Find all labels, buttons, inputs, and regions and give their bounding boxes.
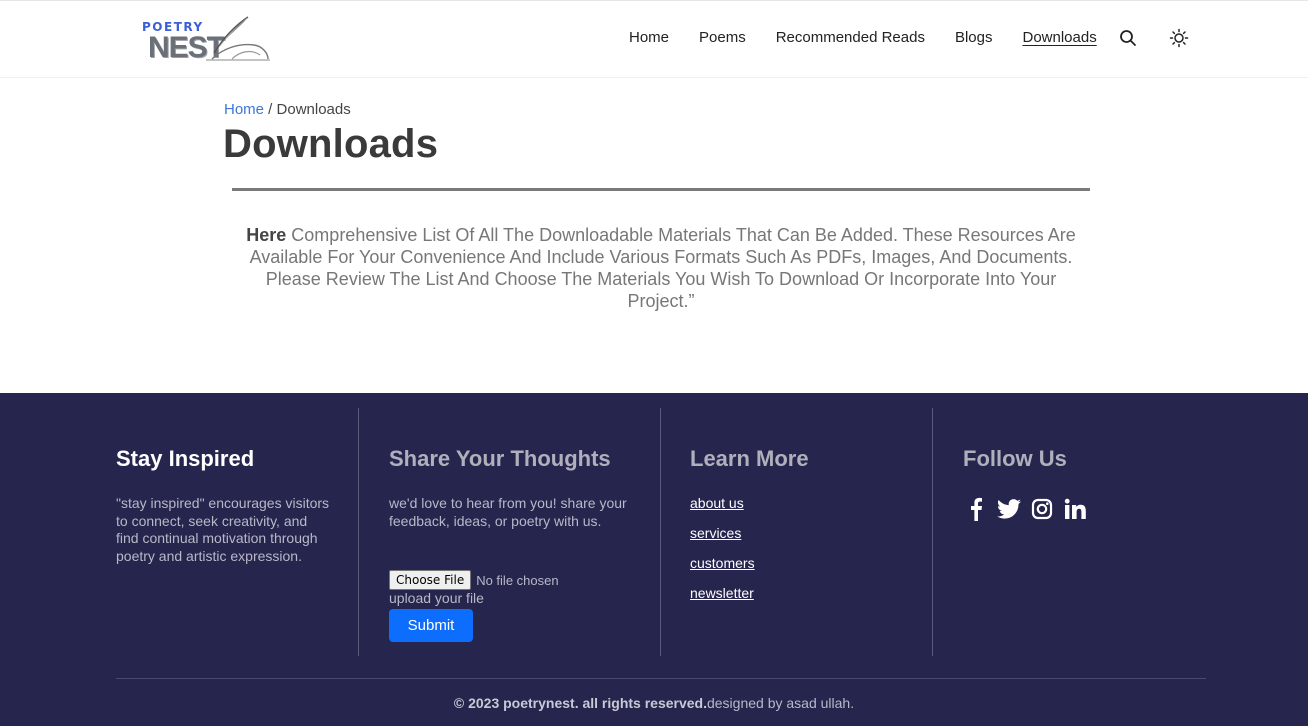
learn-more-links: about us services customers newsletter xyxy=(690,495,755,615)
intro-bold: Here xyxy=(246,225,287,245)
nav-downloads[interactable]: Downloads xyxy=(1022,29,1096,46)
site-header: POETRY NEST Home Poems Recommended Reads… xyxy=(0,0,1308,78)
submit-button[interactable]: Submit xyxy=(389,609,473,642)
copyright: © 2023 poetrynest. all rights reserved.d… xyxy=(0,695,1308,711)
nav-home[interactable]: Home xyxy=(629,29,669,46)
breadcrumb-separator: / xyxy=(264,101,277,118)
site-logo[interactable]: POETRY NEST xyxy=(140,15,272,65)
link-about-us[interactable]: about us xyxy=(690,495,755,511)
quill-icon xyxy=(206,16,270,61)
footer-stay-inspired: Stay Inspired "stay inspired" encourages… xyxy=(116,408,336,656)
breadcrumb-home-link[interactable]: Home xyxy=(224,101,264,118)
intro-paragraph: Here Comprehensive List Of All The Downl… xyxy=(232,224,1090,312)
follow-us-heading: Follow Us xyxy=(963,446,1067,471)
footer-share-thoughts: Share Your Thoughts we'd love to hear fr… xyxy=(389,408,639,656)
intro-text: Comprehensive List Of All The Downloadab… xyxy=(249,225,1076,311)
footer-learn-more: Learn More about us services customers n… xyxy=(690,408,910,656)
share-thoughts-text: we'd love to hear from you! share your f… xyxy=(389,495,627,529)
linkedin-icon[interactable] xyxy=(1062,496,1088,522)
nav-blogs[interactable]: Blogs xyxy=(955,29,993,46)
breadcrumb: Home / Downloads xyxy=(224,101,351,118)
sun-icon[interactable] xyxy=(1169,27,1189,49)
learn-more-heading: Learn More xyxy=(690,446,809,471)
main-nav: Home Poems Recommended Reads Blogs Downl… xyxy=(629,26,1127,48)
instagram-icon[interactable] xyxy=(1029,496,1055,522)
file-upload-field: Choose File No file chosen xyxy=(389,570,559,590)
footer-divider xyxy=(116,678,1206,679)
copyright-bold: © 2023 poetrynest. all rights reserved. xyxy=(453,695,707,711)
search-icon[interactable] xyxy=(1118,27,1138,49)
link-customers[interactable]: customers xyxy=(690,555,755,571)
title-divider xyxy=(232,188,1090,191)
share-thoughts-heading: Share Your Thoughts xyxy=(389,446,611,471)
link-services[interactable]: services xyxy=(690,525,755,541)
facebook-icon[interactable] xyxy=(963,496,989,522)
nav-recommended-reads[interactable]: Recommended Reads xyxy=(776,29,925,46)
site-footer: Stay Inspired "stay inspired" encourages… xyxy=(0,393,1308,726)
nav-poems[interactable]: Poems xyxy=(699,29,746,46)
file-status-text: No file chosen xyxy=(476,572,559,588)
upload-label: upload your file xyxy=(389,590,484,606)
stay-inspired-heading: Stay Inspired xyxy=(116,446,255,471)
footer-column-divider xyxy=(932,408,933,656)
social-links xyxy=(963,496,1095,522)
stay-inspired-text: "stay inspired" encourages visitors to c… xyxy=(116,495,330,564)
footer-follow-us: Follow Us xyxy=(963,408,1183,656)
twitter-icon[interactable] xyxy=(996,496,1022,522)
footer-column-divider xyxy=(660,408,661,656)
choose-file-button[interactable]: Choose File xyxy=(389,570,472,590)
footer-column-divider xyxy=(358,408,359,656)
copyright-credit: designed by asad ullah. xyxy=(706,695,855,711)
link-newsletter[interactable]: newsletter xyxy=(690,585,755,601)
page-title: Downloads xyxy=(223,122,439,166)
breadcrumb-current: Downloads xyxy=(276,101,351,118)
